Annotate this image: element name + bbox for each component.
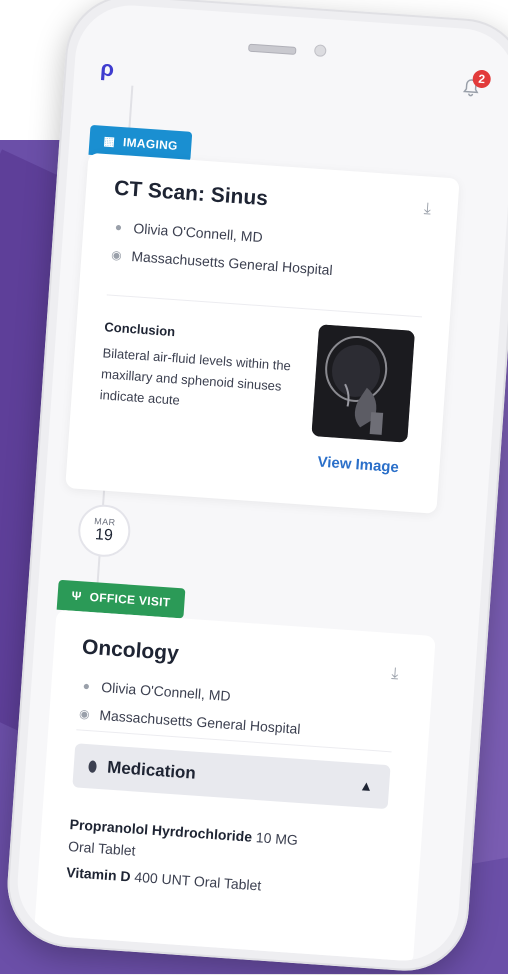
medication-dose: 10 MG	[255, 829, 299, 849]
chevron-up-icon[interactable]: ▲	[359, 777, 374, 794]
stethoscope-icon: Ψ	[71, 588, 83, 604]
location-name: Massachusetts General Hospital	[130, 248, 334, 279]
location-pin-icon: ◉	[78, 706, 91, 722]
phone-screen: ρ 2 ▦ IMAGING CT Scan: Sinus ⤓ ● Olivia …	[13, 1, 508, 965]
app-logo[interactable]: ρ	[100, 55, 115, 82]
doctor-name: Olivia O'Connell, MD	[100, 678, 232, 704]
date-day: 19	[94, 526, 114, 545]
office-visit-title: Oncology	[81, 635, 180, 666]
medication-name: Vitamin D	[65, 863, 132, 885]
download-icon[interactable]: ⤓	[386, 665, 403, 682]
doctor-row: ● Olivia O'Connell, MD	[79, 677, 231, 704]
phone-frame: ρ 2 ▦ IMAGING CT Scan: Sinus ⤓ ● Olivia …	[3, 0, 508, 975]
medication-form: Oral Tablet	[67, 838, 137, 859]
doctor-row: ● Olivia O'Connell, MD	[111, 219, 264, 246]
doctor-name: Olivia O'Connell, MD	[132, 220, 264, 246]
location-pin-icon: ◉	[110, 247, 123, 263]
person-icon: ●	[82, 678, 91, 694]
notification-button[interactable]: 2	[459, 69, 492, 103]
medication-dose: 400 UNT	[133, 868, 191, 889]
medication-form: Oral Tablet	[193, 872, 262, 894]
location-row: ◉ Massachusetts General Hospital	[109, 246, 333, 278]
ct-scan-thumbnail[interactable]	[311, 324, 415, 443]
pills-icon: ⬮	[87, 757, 98, 776]
imaging-title: CT Scan: Sinus	[113, 176, 269, 211]
speaker-grille	[248, 43, 297, 55]
conclusion-label: Conclusion	[103, 319, 176, 340]
imaging-card[interactable]: CT Scan: Sinus ⤓ ● Olivia O'Connell, MD …	[65, 152, 460, 514]
conclusion-text: Bilateral air-fluid levels within the ma…	[99, 345, 292, 408]
divider	[106, 294, 422, 318]
download-icon[interactable]: ⤓	[419, 200, 436, 217]
notification-badge: 2	[472, 69, 492, 89]
imaging-tag-label: IMAGING	[122, 135, 179, 153]
medication-accordion-header[interactable]: ⬮ Medication ▲	[72, 743, 391, 810]
xray-image	[311, 324, 415, 443]
office-visit-tag-label: OFFICE VISIT	[89, 589, 171, 610]
imaging-icon: ▦	[102, 133, 116, 149]
front-camera	[313, 44, 327, 58]
date-marker: MAR 19	[76, 503, 133, 559]
person-icon: ●	[114, 219, 123, 235]
view-image-link[interactable]: View Image	[317, 453, 399, 476]
office-visit-card[interactable]: Oncology ⤓ ● Olivia O'Connell, MD ◉ Mass…	[33, 609, 436, 965]
medication-header-label: Medication	[106, 757, 197, 783]
